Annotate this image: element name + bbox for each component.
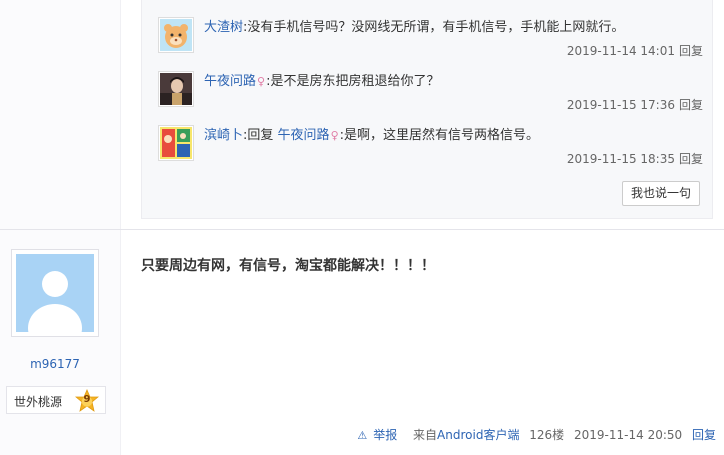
level-name: 世外桃源: [14, 395, 63, 409]
reply-to-username[interactable]: 午夜问路: [278, 128, 330, 143]
post-reply-button[interactable]: 回复: [692, 428, 716, 442]
cartoon-bear-avatar-icon: [160, 19, 192, 51]
post-divider: [0, 229, 724, 230]
warning-icon: ⚠: [357, 429, 368, 442]
add-comment-button[interactable]: 我也说一句: [622, 181, 700, 206]
client-link[interactable]: Android客户端: [437, 428, 519, 442]
comment-time: 2019-11-15 18:35: [566, 152, 675, 166]
post-content: 只要周边有网，有信号，淘宝都能解决！！！！: [141, 258, 435, 274]
comment-username[interactable]: 滨崎卜: [204, 128, 243, 143]
author-username[interactable]: m96177: [0, 357, 110, 371]
comment-time: 2019-11-15 17:36: [566, 98, 675, 112]
comment-username[interactable]: 午夜问路: [204, 74, 256, 89]
user-avatar[interactable]: [158, 17, 194, 53]
sub-comment: 午夜问路♀:是不是房东把房租退给你了？ 2019-11-15 17:36 回复: [158, 71, 703, 121]
comment-meta: 2019-11-15 18:35 回复: [567, 150, 703, 167]
female-gender-icon: ♀: [257, 75, 266, 88]
comment-reply-link[interactable]: 回复: [679, 44, 703, 58]
user-avatar[interactable]: [158, 125, 194, 161]
thread-page: 大渣树:没有手机信号吗？没网线无所谓，有手机信号，手机能上网就行。 2019-1…: [0, 0, 724, 455]
comment-reply-link[interactable]: 回复: [679, 152, 703, 166]
comment-time: 2019-11-14 14:01: [566, 44, 675, 58]
default-user-avatar-icon: [16, 254, 94, 332]
client-source: 来自Android客户端: [413, 428, 520, 442]
comment-username[interactable]: 大渣树: [204, 20, 243, 35]
author-avatar[interactable]: [11, 249, 99, 337]
comment-meta: 2019-11-14 14:01 回复: [567, 42, 703, 59]
floor-number: 126楼: [529, 428, 565, 442]
comment-body: :没有手机信号吗？没网线无所谓，有手机信号，手机能上网就行。: [243, 20, 625, 35]
report-link[interactable]: ⚠ 举报: [351, 428, 397, 442]
user-avatar[interactable]: [158, 71, 194, 107]
level-number: 9: [83, 394, 91, 405]
comment-reply-link[interactable]: 回复: [679, 98, 703, 112]
sub-comment: 滨崎卜:回复 午夜问路♀:是啊，这里居然有信号两格信号。 2019-11-15 …: [158, 125, 703, 175]
comment-text: 滨崎卜:回复 午夜问路♀:是啊，这里居然有信号两格信号。: [204, 127, 704, 145]
member-level-badge[interactable]: 世外桃源 9: [6, 386, 106, 414]
comment-text: 大渣树:没有手机信号吗？没网线无所谓，有手机信号，手机能上网就行。: [204, 19, 704, 37]
comment-body: :是不是房东把房租退给你了？: [266, 74, 440, 89]
comment-meta: 2019-11-15 17:36 回复: [567, 96, 703, 113]
comment-text: 午夜问路♀:是不是房东把房租退给你了？: [204, 73, 704, 91]
reply-prefix: :回复: [243, 128, 274, 143]
female-gender-icon: ♀: [330, 129, 339, 142]
comic-avatar-icon: [160, 127, 192, 159]
comment-body: :是啊，这里居然有信号两格信号。: [339, 128, 540, 143]
sub-comment-panel: 大渣树:没有手机信号吗？没网线无所谓，有手机信号，手机能上网就行。 2019-1…: [141, 0, 713, 219]
post-time: 2019-11-14 20:50: [574, 428, 683, 442]
portrait-avatar-icon: [160, 73, 192, 105]
post-tail: ⚠ 举报 来自Android客户端 126楼 2019-11-14 20:50 回…: [345, 426, 716, 443]
sub-comment: 大渣树:没有手机信号吗？没网线无所谓，有手机信号，手机能上网就行。 2019-1…: [158, 17, 703, 67]
